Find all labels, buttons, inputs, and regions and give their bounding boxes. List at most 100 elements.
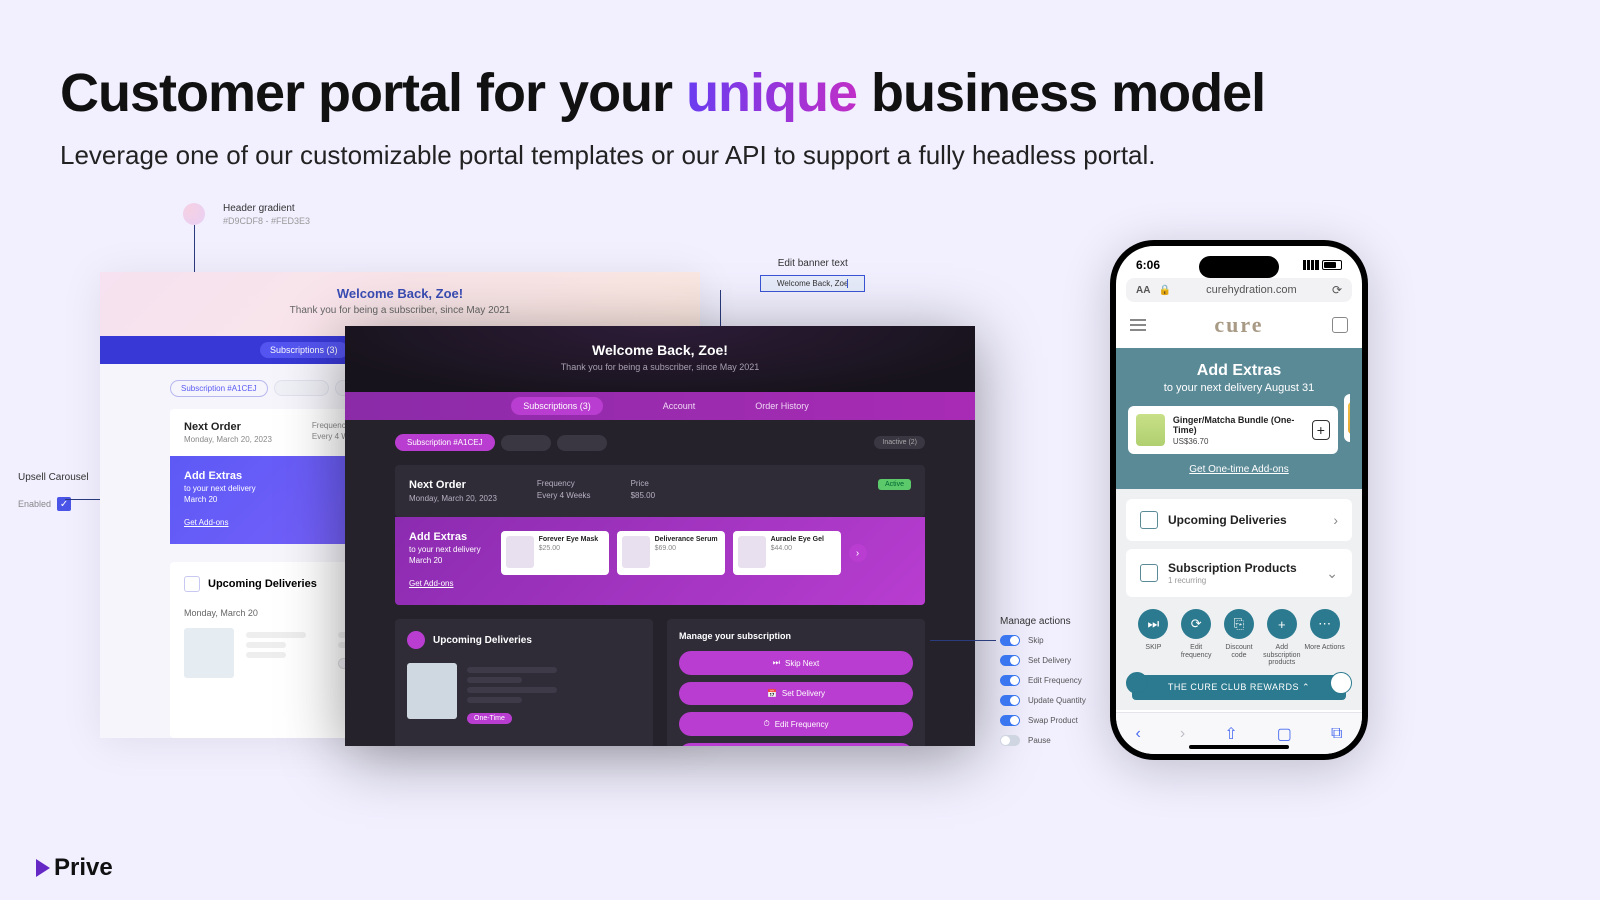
product-card[interactable]: Ginger/Matcha Bundle (One-Time) US$36.70… xyxy=(1128,406,1338,454)
text-size-icon[interactable]: AA xyxy=(1136,285,1150,296)
cure-logo[interactable]: cure xyxy=(1214,312,1263,338)
upcoming-deliveries-panel: Upcoming Deliveries One-Time xyxy=(395,619,653,746)
subscription-products-row[interactable]: Subscription Products 1 recurring ⌄ xyxy=(1126,549,1352,597)
prive-logo: Prive xyxy=(36,854,113,882)
url-text: curehydration.com xyxy=(1179,284,1324,296)
toggle-switch[interactable] xyxy=(1000,715,1020,726)
next-order-panel: Next Order Monday, March 20, 2023 Freque… xyxy=(395,465,925,517)
toggle-switch[interactable] xyxy=(1000,635,1020,646)
quick-action[interactable]: ⋯More Actions xyxy=(1303,609,1346,667)
box-icon xyxy=(1140,564,1158,582)
quick-action[interactable]: ⎘ Discount code xyxy=(1218,609,1261,667)
get-addons-link[interactable]: Get One-time Add-ons xyxy=(1128,464,1350,475)
forward-icon: › xyxy=(1180,725,1185,743)
page-headline: Customer portal for your unique business… xyxy=(60,62,1265,124)
toggle-switch[interactable] xyxy=(1000,655,1020,666)
lock-icon: 🔒 xyxy=(1158,285,1170,296)
subscription-chip-placeholder xyxy=(557,435,607,451)
toggle-switch[interactable] xyxy=(1000,675,1020,686)
extras-title: Add Extras xyxy=(409,531,481,543)
enabled-label: Enabled xyxy=(18,499,51,509)
set-delivery-button[interactable]: 📅Set Delivery xyxy=(679,682,913,705)
headline-post: business model xyxy=(857,63,1265,123)
inactive-badge[interactable]: Inactive (2) xyxy=(874,436,925,449)
get-addons-link[interactable]: Get Add-ons xyxy=(409,579,453,588)
price-label: Price xyxy=(631,479,655,488)
toggle-label: Set Delivery xyxy=(1028,656,1071,665)
annotation-upsell-carousel: Upsell Carousel Enabled ✓ xyxy=(18,472,89,511)
toggle-switch[interactable] xyxy=(1000,695,1020,706)
toggle-label: Swap Product xyxy=(1028,716,1078,725)
product-carousel[interactable]: Forever Eye Mask$25.00 Deliverance Serum… xyxy=(501,531,867,575)
portal-tabbar: Subscriptions (3) Account Order History xyxy=(345,392,975,420)
tabs-icon[interactable]: ⧉ xyxy=(1331,725,1342,743)
product-card-peek[interactable] xyxy=(1344,394,1350,442)
product-card[interactable]: Auracle Eye Gel$44.00 xyxy=(733,531,841,575)
manage-action-toggle[interactable]: Edit Frequency xyxy=(1000,673,1086,687)
product-price: $25.00 xyxy=(539,545,599,552)
hero-extras-panel: Add Extras to your next delivery August … xyxy=(1116,348,1362,489)
product-thumb xyxy=(407,663,457,719)
calendar-icon xyxy=(184,576,200,592)
button-label: Edit Frequency xyxy=(775,720,829,729)
manage-action-toggle[interactable]: Swap Product xyxy=(1000,713,1086,727)
tab-account[interactable]: Account xyxy=(663,401,696,411)
calendar-icon xyxy=(407,631,425,649)
next-order-title: Next Order xyxy=(409,479,497,491)
share-icon[interactable]: ⇧ xyxy=(1224,724,1237,744)
cart-icon[interactable] xyxy=(1332,317,1348,333)
action-label: Discount code xyxy=(1218,644,1261,659)
back-icon[interactable]: ‹ xyxy=(1136,725,1141,743)
quick-action[interactable]: ⟳Edit frequency xyxy=(1175,609,1218,667)
prive-mark-icon xyxy=(36,859,50,877)
product-price: $44.00 xyxy=(771,545,824,552)
subscription-chip[interactable]: Subscription #A1CEJ xyxy=(170,380,268,397)
accessibility-icon[interactable] xyxy=(1126,672,1148,694)
manage-action-toggle[interactable]: Pause xyxy=(1000,733,1086,747)
tab-subscriptions[interactable]: Subscriptions (3) xyxy=(260,342,348,358)
product-image xyxy=(506,536,534,568)
upcoming-deliveries-row[interactable]: Upcoming Deliveries › xyxy=(1126,499,1352,541)
hamburger-icon[interactable] xyxy=(1130,324,1146,326)
subscription-chip-placeholder xyxy=(274,380,329,396)
bookmarks-icon[interactable]: ▢ xyxy=(1277,724,1292,744)
tab-order-history[interactable]: Order History xyxy=(755,401,809,411)
extras-title: Add Extras xyxy=(184,470,256,482)
product-text-placeholder xyxy=(246,628,306,678)
add-button[interactable]: + xyxy=(1312,420,1330,440)
accessibility-icon[interactable] xyxy=(1330,672,1352,694)
next-order-date: Monday, March 20, 2023 xyxy=(184,435,272,444)
carousel-next-icon[interactable]: › xyxy=(849,544,867,562)
get-addons-link[interactable]: Get Add-ons xyxy=(184,518,228,527)
update-quantity-button[interactable]: ⇅Update Quantity xyxy=(679,743,913,746)
product-name: Deliverance Serum xyxy=(655,536,718,543)
row-sub: 1 recurring xyxy=(1168,576,1316,585)
manage-action-toggle[interactable]: Update Quantity xyxy=(1000,693,1086,707)
action-icon: ⎘ xyxy=(1224,609,1254,639)
manage-subscription-panel: Manage your subscription ⏭Skip Next 📅Set… xyxy=(667,619,925,746)
skip-next-button[interactable]: ⏭Skip Next xyxy=(679,651,913,675)
safari-url-bar[interactable]: AA 🔒 curehydration.com ⟳ xyxy=(1126,278,1352,302)
action-icon: ⏭ xyxy=(1138,609,1168,639)
manage-action-toggle[interactable]: Set Delivery xyxy=(1000,653,1086,667)
subscription-chips: Subscription #A1CEJ Inactive (2) xyxy=(395,434,925,451)
manage-action-toggle[interactable]: Skip xyxy=(1000,633,1086,647)
calendar-icon xyxy=(1140,511,1158,529)
tab-subscriptions[interactable]: Subscriptions (3) xyxy=(511,397,603,415)
banner-text-input[interactable]: Welcome Back, Zoe xyxy=(760,275,865,292)
subscription-chip[interactable]: Subscription #A1CEJ xyxy=(395,434,495,451)
next-order-title: Next Order xyxy=(184,421,272,433)
toggle-switch[interactable] xyxy=(1000,735,1020,746)
product-card[interactable]: Deliverance Serum$69.00 xyxy=(617,531,725,575)
active-badge: Active xyxy=(878,479,911,490)
quick-actions-row: ⏭SKIP⟳Edit frequency⎘ Discount code+Add s… xyxy=(1126,605,1352,675)
rewards-banner[interactable]: THE CURE CLUB REWARDS ⌃ xyxy=(1132,675,1346,700)
quick-action[interactable]: +Add subscription products xyxy=(1260,609,1303,667)
edit-frequency-button[interactable]: ⏱Edit Frequency xyxy=(679,712,913,736)
action-icon: ⋯ xyxy=(1310,609,1340,639)
reload-icon[interactable]: ⟳ xyxy=(1332,283,1342,297)
dynamic-island xyxy=(1199,256,1279,278)
phone-mock: 6:06 AA 🔒 curehydration.com ⟳ cure Add E… xyxy=(1110,240,1368,760)
quick-action[interactable]: ⏭SKIP xyxy=(1132,609,1175,667)
product-card[interactable]: Forever Eye Mask$25.00 xyxy=(501,531,609,575)
